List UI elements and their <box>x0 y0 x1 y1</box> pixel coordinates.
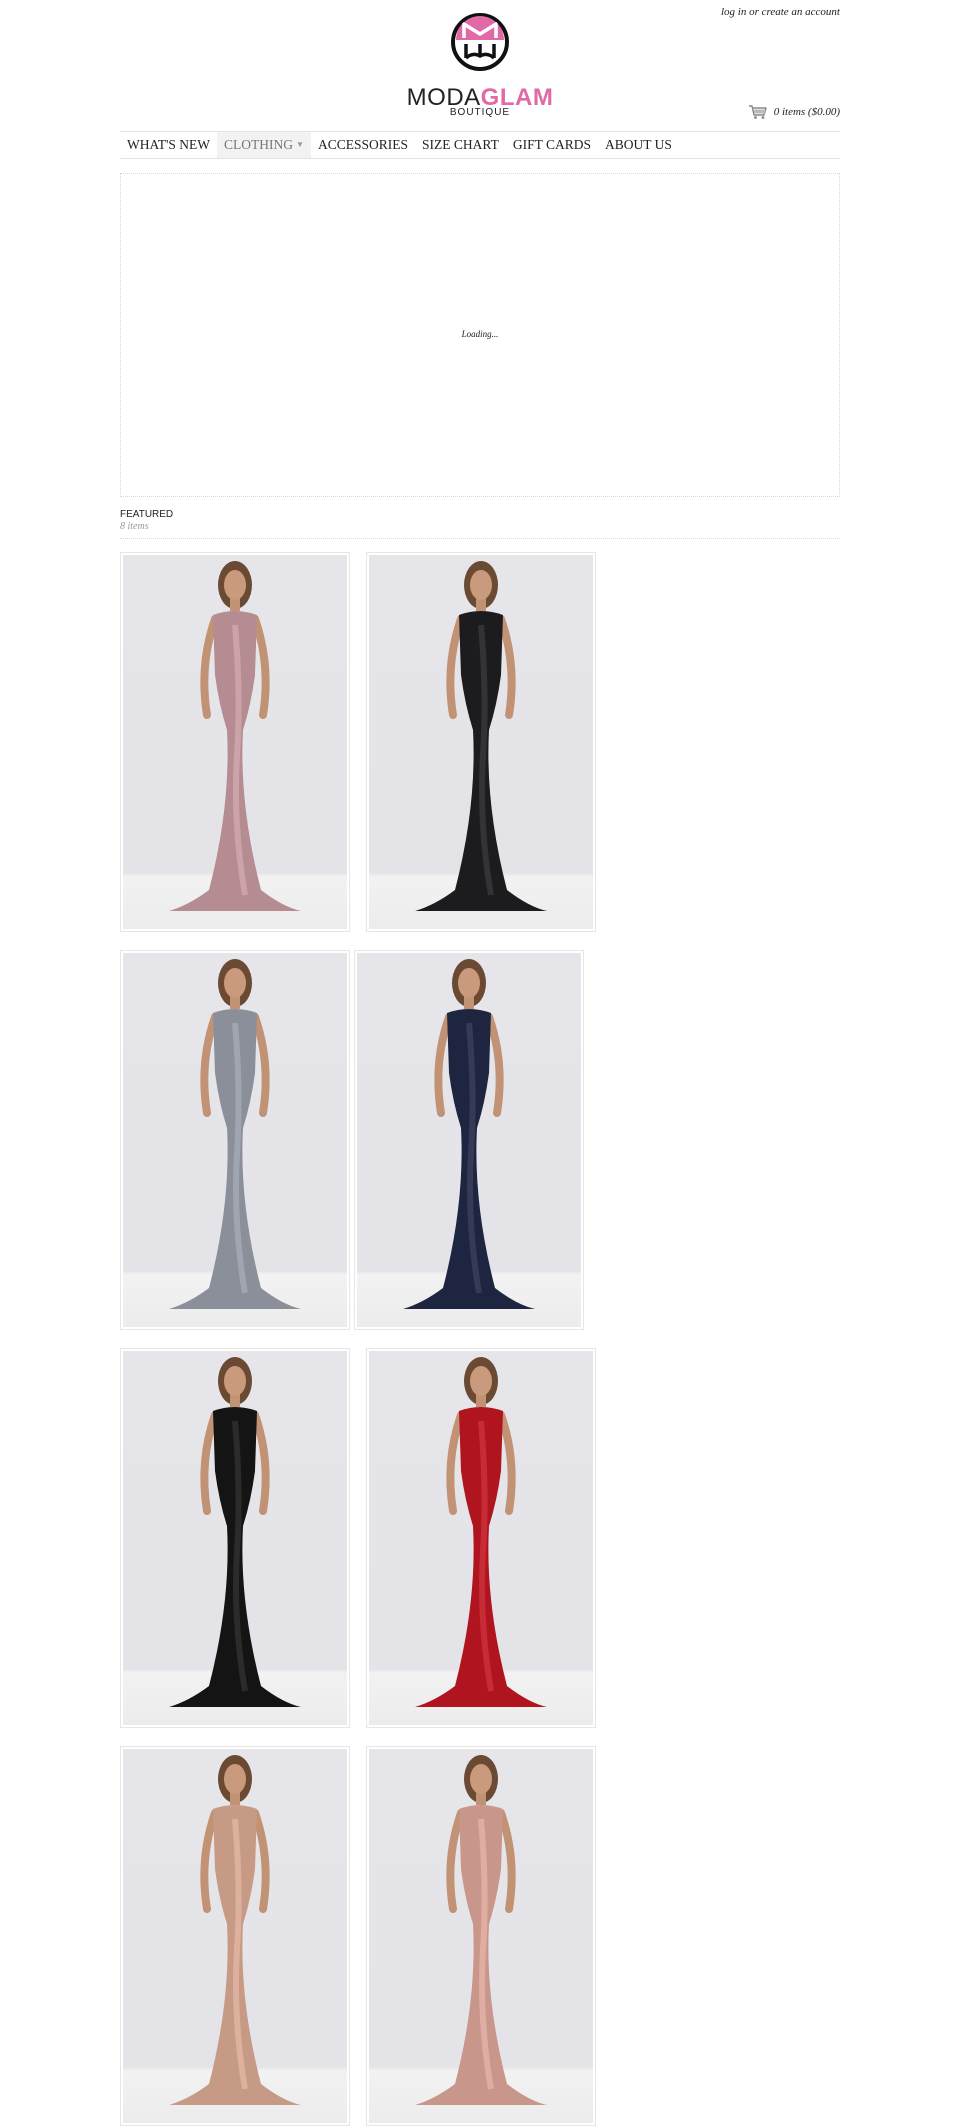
product-card[interactable] <box>120 950 350 1330</box>
nav-label: WHAT'S NEW <box>127 137 211 152</box>
nav-label: SIZE CHART <box>422 137 499 152</box>
divider <box>120 538 840 539</box>
cart-link[interactable]: 0 items ($0.00) <box>748 104 840 120</box>
product-card[interactable] <box>120 1746 350 2126</box>
loading-text: Loading... <box>461 329 499 339</box>
product-card[interactable] <box>366 1746 596 2126</box>
featured-count: 8 items <box>120 521 149 532</box>
model-figure <box>169 1357 301 1707</box>
model-figure <box>415 561 547 911</box>
logo-subtitle: BOUTIQUE <box>449 107 511 118</box>
model-figure <box>169 1755 301 2105</box>
chevron-down-icon: ▼ <box>296 140 304 149</box>
nav-accessories[interactable]: ACCESSORIES <box>311 132 415 158</box>
nav-label: ABOUT US <box>604 137 672 152</box>
cart-summary: 0 items ($0.00) <box>773 106 840 118</box>
product-image <box>357 953 581 1327</box>
nav-clothing[interactable]: CLOTHING ▼ <box>217 132 311 158</box>
product-card[interactable] <box>366 1348 596 1728</box>
nav-label: CLOTHING <box>224 137 294 152</box>
nav-gift-cards[interactable]: GIFT CARDS <box>506 132 598 158</box>
product-image <box>123 953 347 1327</box>
product-image <box>123 1749 347 2123</box>
model-figure <box>403 959 535 1309</box>
logo[interactable]: MODAGLAM BOUTIQUE <box>120 12 840 120</box>
product-card[interactable] <box>120 552 350 932</box>
product-image <box>369 1749 593 2123</box>
nav-about-us[interactable]: ABOUT US <box>598 132 679 158</box>
model-figure <box>169 561 301 911</box>
logo-mark-icon <box>451 13 509 71</box>
featured-title: FEATURED <box>120 509 174 520</box>
nav-label: ACCESSORIES <box>317 137 408 152</box>
nav-size-chart[interactable]: SIZE CHART <box>415 132 506 158</box>
product-image <box>123 555 347 929</box>
model-figure <box>415 1357 547 1707</box>
product-card[interactable] <box>120 1348 350 1728</box>
model-figure <box>415 1755 547 2105</box>
product-card[interactable] <box>366 552 596 932</box>
product-image <box>369 555 593 929</box>
product-image <box>123 1351 347 1725</box>
product-card[interactable] <box>354 950 584 1330</box>
nav-label: GIFT CARDS <box>512 137 591 152</box>
cart-icon <box>748 105 767 119</box>
model-figure <box>169 959 301 1309</box>
main-nav: WHAT'S NEW CLOTHING ▼ ACCESSORIES SIZE CH… <box>120 131 840 159</box>
product-image <box>369 1351 593 1725</box>
hero-slideshow[interactable]: Loading... <box>120 173 840 497</box>
nav-whats-new[interactable]: WHAT'S NEW <box>120 132 217 158</box>
